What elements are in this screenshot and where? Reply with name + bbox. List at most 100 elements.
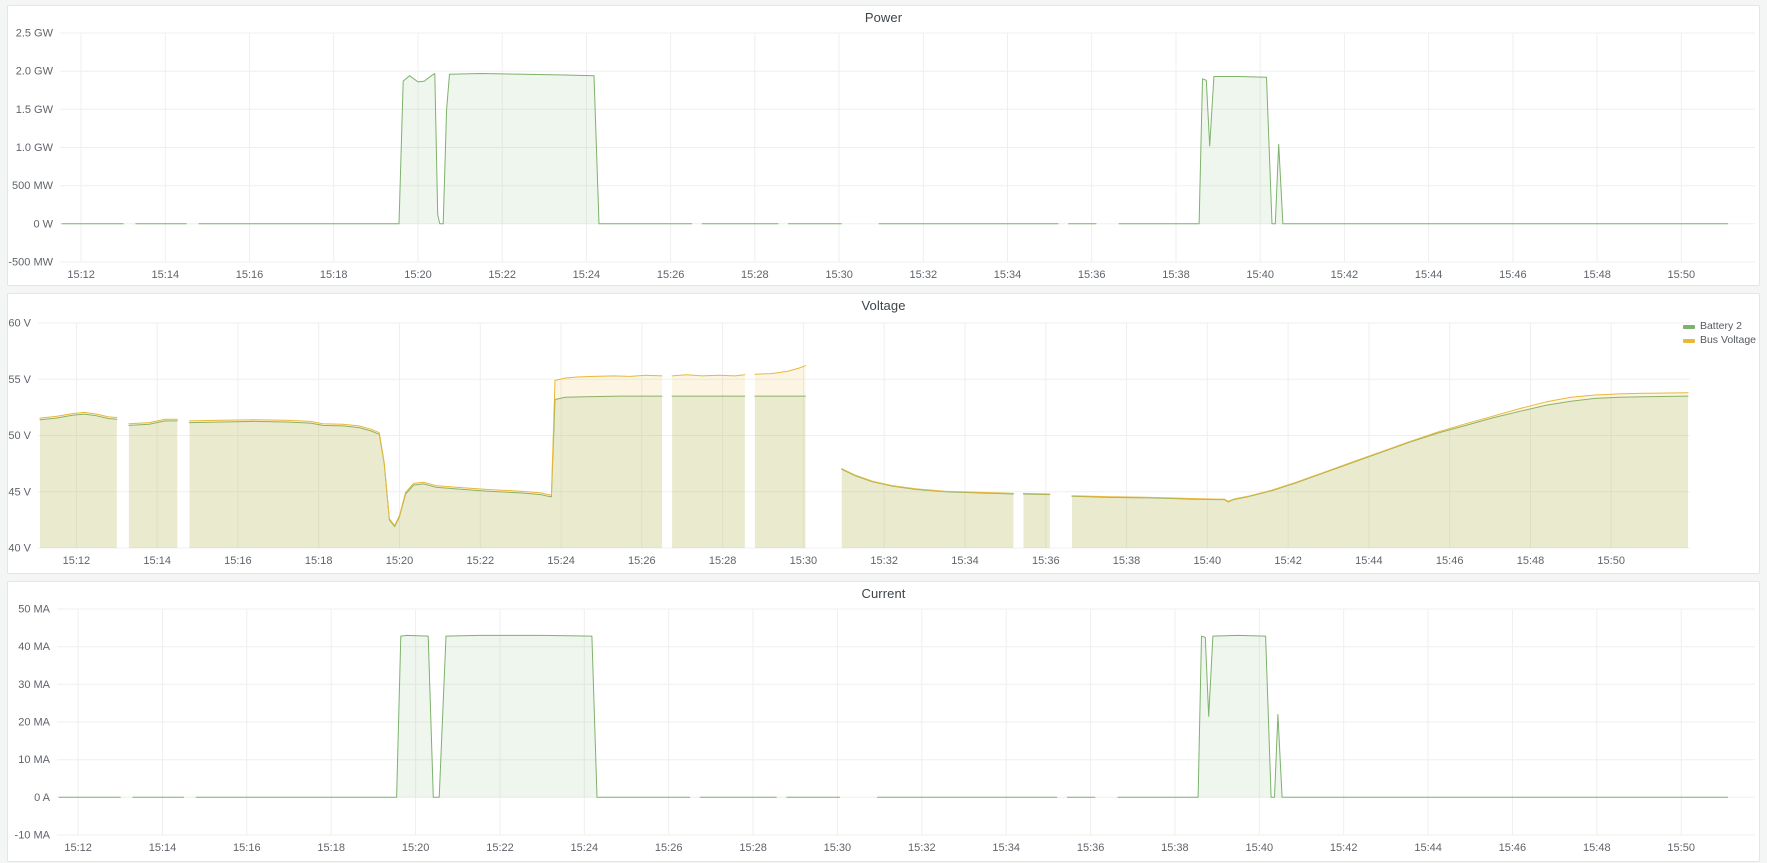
x-tick-label: 15:28 xyxy=(741,269,769,281)
x-tick-label: 15:32 xyxy=(870,555,898,567)
x-tick-label: 15:14 xyxy=(149,842,177,854)
y-tick-label: 2.5 GW xyxy=(16,28,54,40)
x-tick-label: 15:18 xyxy=(305,555,333,567)
y-tick-label: 40 V xyxy=(8,543,31,555)
x-tick-label: 15:20 xyxy=(386,555,414,567)
x-tick-label: 15:12 xyxy=(63,555,91,567)
y-tick-label: 10 MA xyxy=(18,754,50,766)
x-tick-label: 15:12 xyxy=(67,269,95,281)
legend-swatch xyxy=(1683,339,1695,343)
x-tick-label: 15:40 xyxy=(1246,842,1274,854)
x-tick-label: 15:50 xyxy=(1667,842,1695,854)
y-tick-label: 55 V xyxy=(8,374,31,386)
x-tick-label: 15:12 xyxy=(64,842,92,854)
x-tick-label: 15:28 xyxy=(739,842,767,854)
legend-item-bus-voltage[interactable]: Bus Voltage xyxy=(1683,334,1756,347)
bus-voltage-area xyxy=(672,375,745,548)
bus-voltage-area xyxy=(40,412,117,548)
x-tick-label: 15:40 xyxy=(1194,555,1222,567)
panel-current: Current 50 MA40 MA30 MA20 MA10 MA0 A-10 … xyxy=(7,581,1760,862)
x-tick-label: 15:34 xyxy=(951,555,979,567)
x-tick-label: 15:42 xyxy=(1330,842,1358,854)
dashboard: Power 2.5 GW 2.0 GW 1.5 GW 1.0 GW 500 MW 0 W -… xyxy=(0,0,1767,862)
power-area xyxy=(1119,77,1728,224)
y-tick-label: 50 V xyxy=(8,430,31,442)
x-tick-label: 15:48 xyxy=(1583,269,1611,281)
y-tick-label: 2.0 GW xyxy=(16,66,54,78)
y-tick-label: 20 MA xyxy=(18,717,50,729)
x-tick-label: 15:48 xyxy=(1583,842,1611,854)
x-tick-label: 15:14 xyxy=(152,269,180,281)
x-tick-label: 15:22 xyxy=(488,269,516,281)
x-tick-label: 15:34 xyxy=(994,269,1022,281)
y-tick-label: 0 W xyxy=(33,218,53,230)
x-tick-label: 15:28 xyxy=(709,555,737,567)
y-tick-label: 45 V xyxy=(8,486,31,498)
y-tick-label: 0 A xyxy=(34,792,51,804)
bus-voltage-area xyxy=(1072,393,1688,548)
bus-voltage-area xyxy=(129,419,177,548)
x-tick-label: 15:44 xyxy=(1415,269,1443,281)
current-area xyxy=(1118,635,1728,797)
x-tick-label: 15:26 xyxy=(628,555,656,567)
x-tick-label: 15:24 xyxy=(571,842,599,854)
x-tick-label: 15:16 xyxy=(224,555,252,567)
x-tick-label: 15:48 xyxy=(1517,555,1545,567)
x-tick-label: 15:38 xyxy=(1162,269,1190,281)
x-tick-label: 15:46 xyxy=(1436,555,1464,567)
power-chart-canvas[interactable]: 2.5 GW 2.0 GW 1.5 GW 1.0 GW 500 MW 0 W -500 MW… xyxy=(8,6,1759,285)
legend-label: Bus Voltage xyxy=(1700,334,1756,347)
x-tick-label: 15:36 xyxy=(1077,842,1105,854)
y-tick-label: 1.5 GW xyxy=(16,104,54,116)
x-tick-label: 15:20 xyxy=(402,842,430,854)
current-chart-canvas[interactable]: 50 MA40 MA30 MA20 MA10 MA0 A-10 MA15:121… xyxy=(8,582,1759,861)
legend-swatch xyxy=(1683,325,1695,329)
y-tick-label: -500 MW xyxy=(8,257,53,269)
bus-voltage-area xyxy=(190,375,663,548)
x-tick-label: 15:38 xyxy=(1113,555,1141,567)
bus-voltage-area xyxy=(755,366,806,548)
x-tick-label: 15:24 xyxy=(573,269,601,281)
x-tick-label: 15:32 xyxy=(910,269,938,281)
x-tick-label: 15:20 xyxy=(404,269,432,281)
x-tick-label: 15:42 xyxy=(1274,555,1302,567)
x-tick-label: 15:16 xyxy=(236,269,264,281)
y-tick-label: 500 MW xyxy=(12,180,54,192)
x-tick-label: 15:36 xyxy=(1032,555,1060,567)
bus-voltage-line xyxy=(1024,493,1050,494)
x-tick-label: 15:38 xyxy=(1161,842,1189,854)
y-tick-label: 50 MA xyxy=(18,604,50,616)
x-tick-label: 15:30 xyxy=(825,269,853,281)
panel-current-title[interactable]: Current xyxy=(8,586,1759,601)
voltage-chart-canvas[interactable]: 60 V 55 V 50 V 45 V 40 V 15:12 15:14 15:16 15:18… xyxy=(8,294,1759,573)
x-tick-label: 15:50 xyxy=(1668,269,1696,281)
legend-label: Battery 2 xyxy=(1700,320,1742,333)
x-tick-label: 15:26 xyxy=(657,269,685,281)
x-tick-label: 15:22 xyxy=(467,555,495,567)
x-tick-label: 15:46 xyxy=(1499,269,1527,281)
y-tick-label: 40 MA xyxy=(18,641,50,653)
x-tick-label: 15:46 xyxy=(1499,842,1527,854)
x-tick-label: 15:22 xyxy=(486,842,514,854)
x-tick-label: 15:30 xyxy=(790,555,818,567)
x-tick-label: 15:24 xyxy=(547,555,575,567)
x-tick-label: 15:42 xyxy=(1331,269,1359,281)
x-tick-label: 15:16 xyxy=(233,842,261,854)
x-tick-label: 15:30 xyxy=(824,842,852,854)
y-tick-label: 30 MA xyxy=(18,679,50,691)
x-tick-label: 15:34 xyxy=(992,842,1020,854)
panel-power-title[interactable]: Power xyxy=(8,10,1759,25)
x-tick-label: 15:36 xyxy=(1078,269,1106,281)
x-tick-label: 15:18 xyxy=(317,842,345,854)
x-tick-label: 15:18 xyxy=(320,269,348,281)
x-tick-label: 15:32 xyxy=(908,842,936,854)
panel-voltage-title[interactable]: Voltage xyxy=(8,298,1759,313)
y-tick-label: 60 V xyxy=(8,318,31,330)
x-tick-label: 15:50 xyxy=(1597,555,1625,567)
x-tick-label: 15:26 xyxy=(655,842,683,854)
x-tick-label: 15:44 xyxy=(1355,555,1383,567)
legend-item-battery-2[interactable]: Battery 2 xyxy=(1683,320,1756,333)
y-tick-label: 1.0 GW xyxy=(16,142,54,154)
bus-voltage-area xyxy=(1024,493,1050,548)
x-tick-label: 15:14 xyxy=(143,555,171,567)
